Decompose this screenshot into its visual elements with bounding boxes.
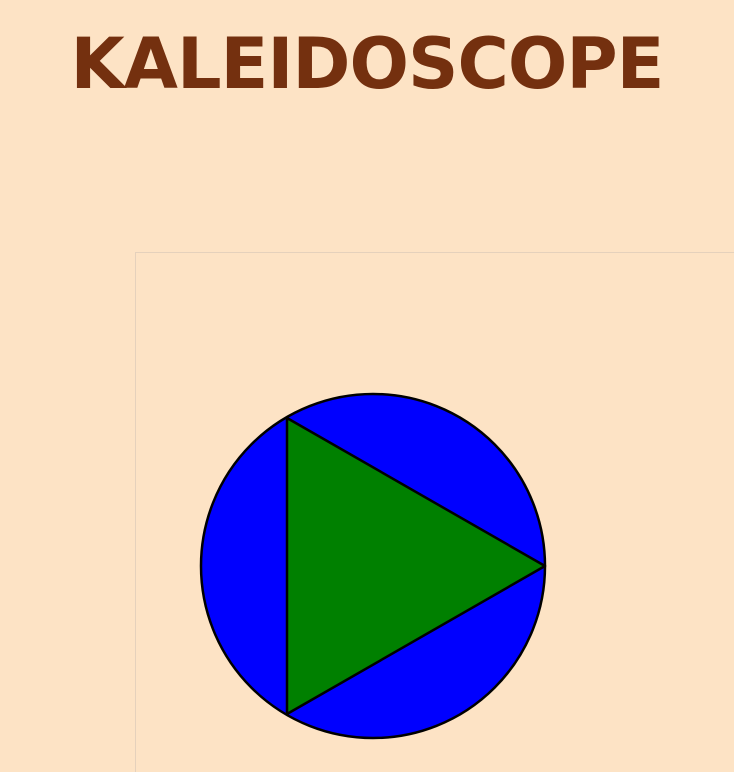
play-button[interactable]	[195, 388, 551, 744]
page-title: KALEIDOSCOPE	[70, 23, 665, 105]
